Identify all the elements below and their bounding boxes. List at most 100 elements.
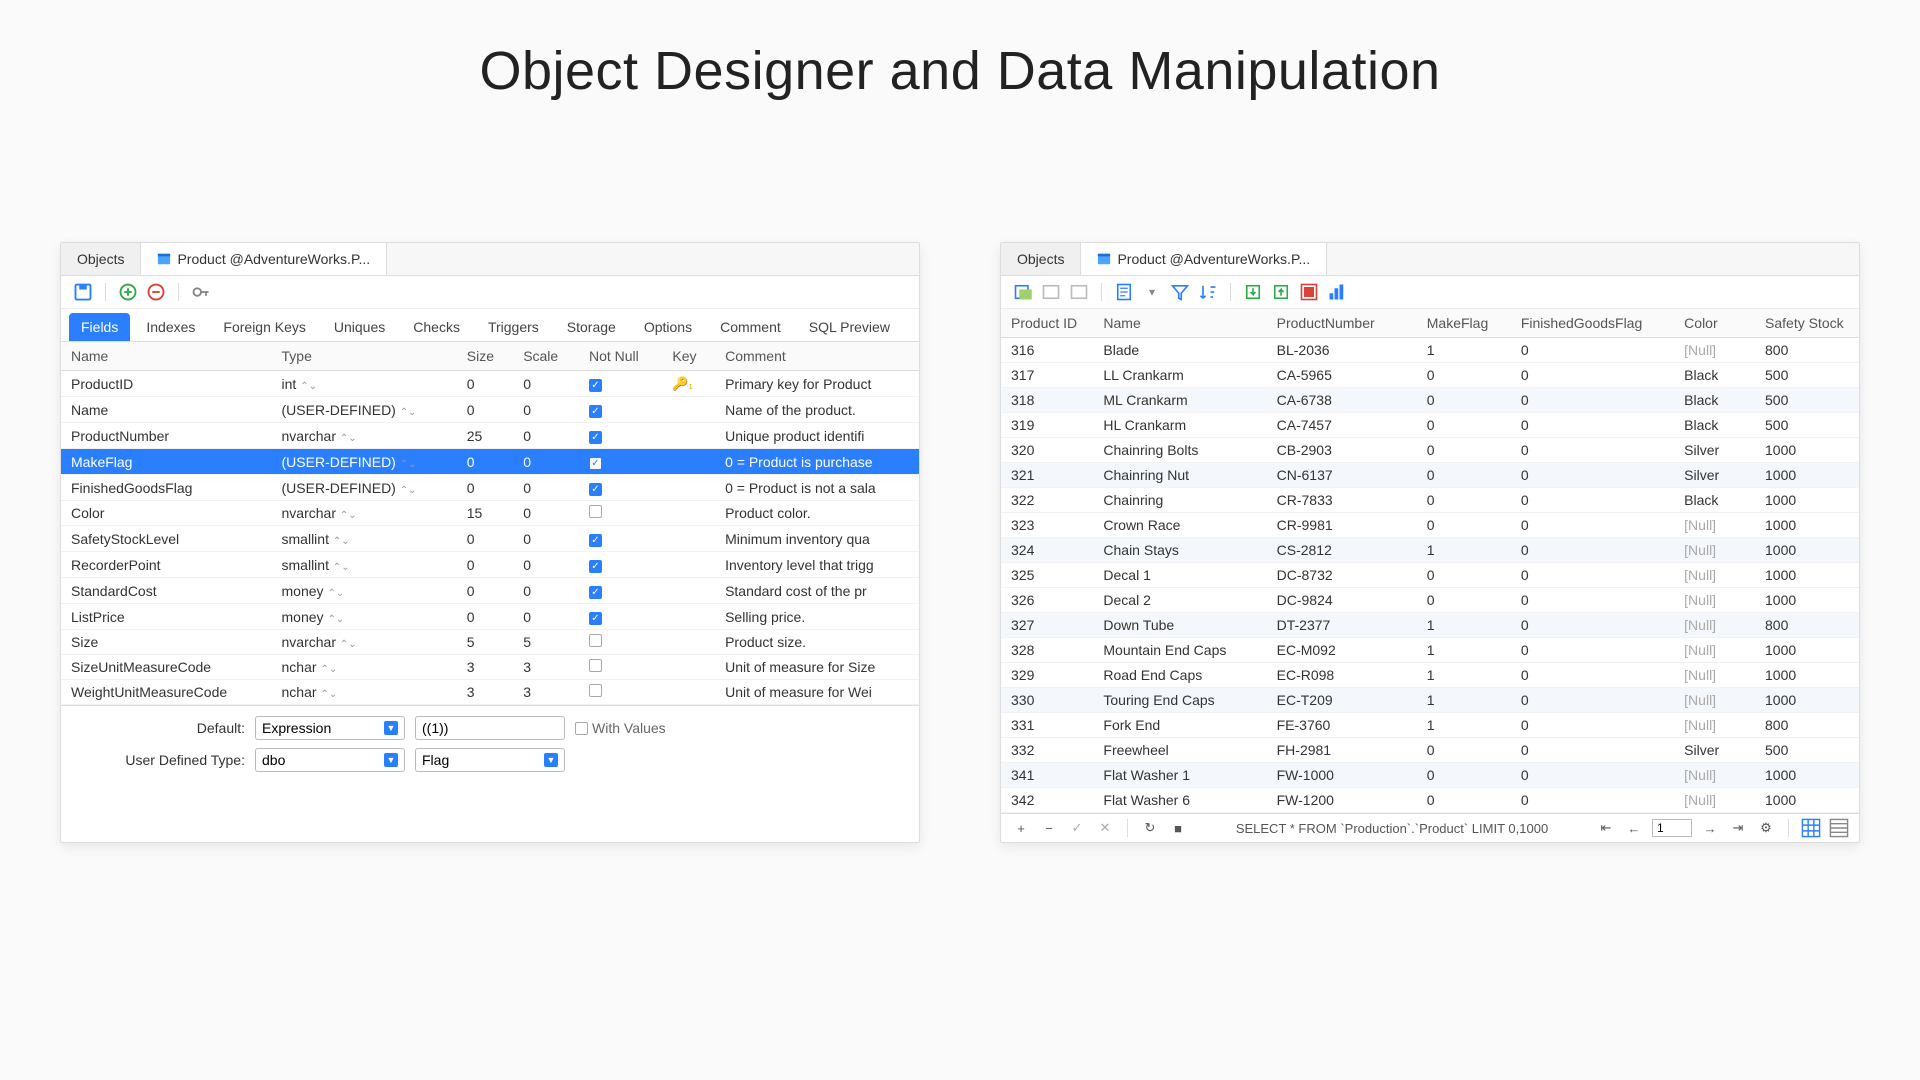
column-header[interactable]: Key [662, 342, 715, 371]
cell-color[interactable]: [Null] [1674, 513, 1755, 538]
field-type[interactable]: (USER-DEFINED) ⌃⌄ [272, 475, 457, 501]
data-row[interactable]: 320Chainring BoltsCB-290300Silver1000 [1001, 438, 1859, 463]
dropdown-icon[interactable]: ▾ [1142, 282, 1162, 302]
subtab-sql-preview[interactable]: SQL Preview [797, 313, 902, 341]
field-notnull[interactable]: ✓ [579, 423, 662, 449]
column-header[interactable]: FinishedGoodsFlag [1511, 309, 1674, 338]
tab-product-right[interactable]: Product @AdventureWorks.P... [1081, 243, 1327, 275]
field-type[interactable]: nchar ⌃⌄ [272, 680, 457, 705]
field-row[interactable]: MakeFlag(USER-DEFINED) ⌃⌄00✓0 = Product … [61, 449, 919, 475]
cell-finishedgoodsflag[interactable]: 0 [1511, 613, 1674, 638]
data-row[interactable]: 324Chain StaysCS-281210[Null]1000 [1001, 538, 1859, 563]
subtab-uniques[interactable]: Uniques [322, 313, 397, 341]
field-notnull[interactable] [579, 501, 662, 526]
field-notnull[interactable]: ✓ [579, 578, 662, 604]
cell-color[interactable]: Silver [1674, 438, 1755, 463]
cancel-icon[interactable]: ✕ [1095, 818, 1115, 838]
cell-productid[interactable]: 317 [1001, 363, 1093, 388]
cell-productnumber[interactable]: CR-9981 [1267, 513, 1417, 538]
cell-productid[interactable]: 316 [1001, 338, 1093, 363]
column-header[interactable]: Name [1093, 309, 1266, 338]
data-row[interactable]: 332FreewheelFH-298100Silver500 [1001, 738, 1859, 763]
cell-color[interactable]: [Null] [1674, 663, 1755, 688]
stop-icon[interactable]: ■ [1168, 818, 1188, 838]
field-comment[interactable]: Standard cost of the pr [715, 578, 919, 604]
cell-productnumber[interactable]: CA-5965 [1267, 363, 1417, 388]
field-comment[interactable]: Product size. [715, 630, 919, 655]
cell-productid[interactable]: 320 [1001, 438, 1093, 463]
subtab-storage[interactable]: Storage [555, 313, 628, 341]
cell-name[interactable]: Flat Washer 6 [1093, 788, 1266, 813]
filter-icon[interactable] [1170, 282, 1190, 302]
settings-icon[interactable]: ⚙ [1756, 818, 1776, 838]
cell-name[interactable]: Road End Caps [1093, 663, 1266, 688]
cell-name[interactable]: Decal 1 [1093, 563, 1266, 588]
cell-productnumber[interactable]: CS-2812 [1267, 538, 1417, 563]
cell-safetystock[interactable]: 500 [1755, 738, 1859, 763]
field-row[interactable]: SafetyStockLevelsmallint ⌃⌄00✓Minimum in… [61, 526, 919, 552]
field-scale[interactable]: 0 [513, 371, 579, 397]
cell-productnumber[interactable]: EC-T209 [1267, 688, 1417, 713]
save-icon[interactable] [73, 282, 93, 302]
cell-productnumber[interactable]: CA-6738 [1267, 388, 1417, 413]
cell-makeflag[interactable]: 1 [1417, 338, 1511, 363]
cell-name[interactable]: LL Crankarm [1093, 363, 1266, 388]
cell-finishedgoodsflag[interactable]: 0 [1511, 788, 1674, 813]
field-row[interactable]: RecorderPointsmallint ⌃⌄00✓Inventory lev… [61, 552, 919, 578]
cell-productid[interactable]: 331 [1001, 713, 1093, 738]
data-row[interactable]: 317LL CrankarmCA-596500Black500 [1001, 363, 1859, 388]
field-size[interactable]: 0 [457, 397, 513, 423]
cell-finishedgoodsflag[interactable]: 0 [1511, 563, 1674, 588]
cell-finishedgoodsflag[interactable]: 0 [1511, 713, 1674, 738]
cell-color[interactable]: [Null] [1674, 788, 1755, 813]
cell-color[interactable]: [Null] [1674, 588, 1755, 613]
cell-productid[interactable]: 326 [1001, 588, 1093, 613]
data-row[interactable]: 329Road End CapsEC-R09810[Null]1000 [1001, 663, 1859, 688]
column-header[interactable]: Name [61, 342, 272, 371]
field-comment[interactable]: Inventory level that trigg [715, 552, 919, 578]
cell-name[interactable]: Crown Race [1093, 513, 1266, 538]
cell-finishedgoodsflag[interactable]: 0 [1511, 513, 1674, 538]
commit-icon[interactable] [1041, 282, 1061, 302]
cell-makeflag[interactable]: 0 [1417, 513, 1511, 538]
cell-name[interactable]: Chainring Nut [1093, 463, 1266, 488]
default-combo[interactable]: Expression▼ [255, 716, 405, 740]
default-value-field[interactable]: ((1)) [415, 716, 565, 740]
field-comment[interactable]: 0 = Product is not a sala [715, 475, 919, 501]
field-notnull[interactable]: ✓ [579, 604, 662, 630]
cell-productid[interactable]: 328 [1001, 638, 1093, 663]
data-row[interactable]: 342Flat Washer 6FW-120000[Null]1000 [1001, 788, 1859, 813]
cell-productid[interactable]: 318 [1001, 388, 1093, 413]
cell-makeflag[interactable]: 0 [1417, 588, 1511, 613]
refresh-icon[interactable]: ↻ [1140, 818, 1160, 838]
subtab-fields[interactable]: Fields [69, 313, 130, 341]
field-size[interactable]: 3 [457, 680, 513, 705]
cell-safetystock[interactable]: 1000 [1755, 638, 1859, 663]
cell-makeflag[interactable]: 1 [1417, 613, 1511, 638]
cell-name[interactable]: Chainring Bolts [1093, 438, 1266, 463]
cell-productid[interactable]: 342 [1001, 788, 1093, 813]
cell-safetystock[interactable]: 800 [1755, 613, 1859, 638]
cell-name[interactable]: HL Crankarm [1093, 413, 1266, 438]
column-header[interactable]: ProductNumber [1267, 309, 1417, 338]
column-header[interactable]: Size [457, 342, 513, 371]
cell-color[interactable]: Black [1674, 363, 1755, 388]
cell-name[interactable]: Flat Washer 1 [1093, 763, 1266, 788]
column-header[interactable]: Not Null [579, 342, 662, 371]
subtab-triggers[interactable]: Triggers [476, 313, 551, 341]
cell-safetystock[interactable]: 500 [1755, 388, 1859, 413]
column-header[interactable]: Safety Stock [1755, 309, 1859, 338]
data-row[interactable]: 326Decal 2DC-982400[Null]1000 [1001, 588, 1859, 613]
subtab-indexes[interactable]: Indexes [134, 313, 207, 341]
form-view-icon[interactable] [1829, 818, 1849, 838]
cell-productid[interactable]: 324 [1001, 538, 1093, 563]
data-row[interactable]: 327Down TubeDT-237710[Null]800 [1001, 613, 1859, 638]
field-row[interactable]: WeightUnitMeasureCodenchar ⌃⌄33Unit of m… [61, 680, 919, 705]
field-type[interactable]: nvarchar ⌃⌄ [272, 423, 457, 449]
tab-objects-right[interactable]: Objects [1001, 243, 1081, 275]
cell-finishedgoodsflag[interactable]: 0 [1511, 338, 1674, 363]
field-type[interactable]: smallint ⌃⌄ [272, 552, 457, 578]
field-type[interactable]: smallint ⌃⌄ [272, 526, 457, 552]
cell-color[interactable]: [Null] [1674, 713, 1755, 738]
cell-makeflag[interactable]: 0 [1417, 438, 1511, 463]
